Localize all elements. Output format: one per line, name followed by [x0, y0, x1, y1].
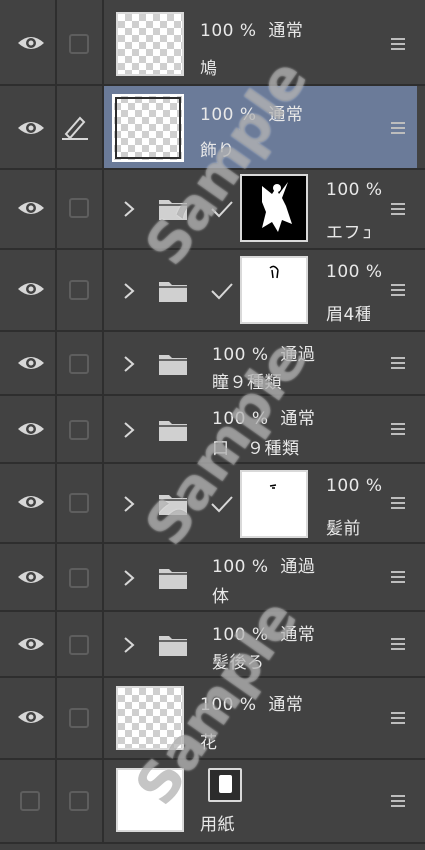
eye-icon[interactable]: [17, 119, 45, 137]
layer-opacity-blend: 100 % 通常: [212, 409, 316, 429]
layer-name: 飾り: [200, 141, 235, 161]
layer-name: 用紙: [200, 815, 235, 835]
folder-icon: [159, 495, 187, 515]
layer-thumbnail: [116, 768, 184, 832]
folder-icon: [159, 569, 187, 589]
layer-row-effect[interactable]: 100 % エフェ: [0, 170, 425, 250]
menu-icon[interactable]: [391, 571, 405, 584]
layer-thumbnail: [116, 12, 184, 76]
checkmark-icon: [211, 201, 233, 218]
menu-icon[interactable]: [391, 122, 405, 135]
folder-icon: [159, 636, 187, 656]
layer-row-hitomi[interactable]: 100 % 通過 瞳９種類: [0, 332, 425, 396]
layer-opacity-blend: 100 % 通常: [200, 21, 304, 41]
eye-icon[interactable]: [17, 635, 45, 653]
paper-icon: [208, 768, 242, 802]
layer-name: 眉4種: [326, 305, 370, 325]
lock-checkbox[interactable]: [69, 568, 89, 588]
layer-row-mayu[interactable]: 100 % 眉4種: [0, 250, 425, 332]
menu-icon[interactable]: [391, 712, 405, 725]
layer-name: 瞳９種類: [212, 373, 282, 393]
eye-icon[interactable]: [17, 280, 45, 298]
layer-opacity-blend: 100 % 通過: [212, 557, 316, 577]
layer-name: 髪後ろ: [212, 653, 265, 673]
layer-name: 鳩: [200, 59, 218, 79]
chevron-right-icon[interactable]: [122, 355, 136, 373]
layer-opacity-blend: 100 % 通常: [200, 695, 304, 715]
lock-checkbox[interactable]: [69, 34, 89, 54]
folder-icon: [159, 421, 187, 441]
eye-icon[interactable]: [17, 568, 45, 586]
layer-opacity: 100 %: [326, 476, 383, 496]
eye-icon[interactable]: [17, 199, 45, 217]
lock-checkbox[interactable]: [69, 791, 89, 811]
chevron-right-icon[interactable]: [122, 569, 136, 587]
chevron-right-icon[interactable]: [122, 421, 136, 439]
layer-row-hana[interactable]: 100 % 通常 花: [0, 678, 425, 760]
layer-row-kuchi[interactable]: 100 % 通常 口 ９種類: [0, 396, 425, 464]
sketch-mark: [269, 265, 279, 279]
menu-icon[interactable]: [391, 38, 405, 51]
layer-name: 髪前: [326, 519, 361, 539]
lock-checkbox[interactable]: [69, 420, 89, 440]
layer-mask-thumbnail: [240, 174, 308, 242]
layer-panel: 100 % 通常 鳩 100 % 通常 飾り 100 % エフェ: [0, 0, 425, 850]
layer-row-kazari[interactable]: 100 % 通常 飾り: [0, 86, 425, 170]
layer-row-kamiushiro[interactable]: 100 % 通常 髪後ろ: [0, 612, 425, 678]
menu-icon[interactable]: [391, 357, 405, 370]
lock-checkbox[interactable]: [69, 493, 89, 513]
menu-icon[interactable]: [391, 203, 405, 216]
menu-icon[interactable]: [391, 795, 405, 808]
eye-icon[interactable]: [17, 708, 45, 726]
chevron-right-icon[interactable]: [122, 636, 136, 654]
layer-opacity-blend: 100 % 通常: [200, 105, 304, 125]
layer-row-karada[interactable]: 100 % 通過 体: [0, 544, 425, 612]
menu-icon[interactable]: [391, 638, 405, 651]
layer-opacity-blend: 100 % 通常: [212, 625, 316, 645]
layer-thumbnail: [112, 94, 184, 162]
silhouette-figure: [262, 182, 292, 232]
layer-mask-thumbnail: [240, 256, 308, 324]
layer-name: 花: [200, 733, 218, 753]
lock-checkbox[interactable]: [69, 635, 89, 655]
lock-checkbox[interactable]: [69, 708, 89, 728]
layer-row-paper[interactable]: 用紙: [0, 760, 425, 844]
chevron-right-icon[interactable]: [122, 495, 136, 513]
eye-icon[interactable]: [17, 34, 45, 52]
eye-icon[interactable]: [17, 420, 45, 438]
eye-icon[interactable]: [17, 354, 45, 372]
lock-checkbox[interactable]: [69, 354, 89, 374]
eye-icon[interactable]: [17, 493, 45, 511]
chevron-right-icon[interactable]: [122, 200, 136, 218]
folder-icon: [159, 355, 187, 375]
menu-icon[interactable]: [391, 423, 405, 436]
layer-thumbnail: [116, 686, 184, 750]
layer-row-kamimae[interactable]: 100 % 髪前: [0, 464, 425, 544]
folder-icon: [159, 282, 187, 302]
sketch-mark: [269, 484, 277, 489]
checkmark-icon: [211, 283, 233, 300]
pen-icon: [62, 116, 88, 140]
layer-mask-thumbnail: [240, 470, 308, 538]
menu-icon[interactable]: [391, 497, 405, 510]
chevron-right-icon[interactable]: [122, 282, 136, 300]
layer-opacity: 100 %: [326, 180, 383, 200]
visibility-checkbox[interactable]: [20, 791, 40, 811]
checkmark-icon: [211, 496, 233, 513]
lock-checkbox[interactable]: [69, 198, 89, 218]
layer-row-hato[interactable]: 100 % 通常 鳩: [0, 0, 425, 86]
layer-opacity-blend: 100 % 通過: [212, 345, 316, 365]
layer-name: 口 ９種類: [212, 439, 300, 459]
folder-icon: [159, 200, 187, 220]
menu-icon[interactable]: [391, 284, 405, 297]
layer-name: エフェ: [326, 223, 370, 243]
lock-checkbox[interactable]: [69, 280, 89, 300]
layer-name: 体: [212, 587, 230, 607]
layer-opacity: 100 %: [326, 262, 383, 282]
